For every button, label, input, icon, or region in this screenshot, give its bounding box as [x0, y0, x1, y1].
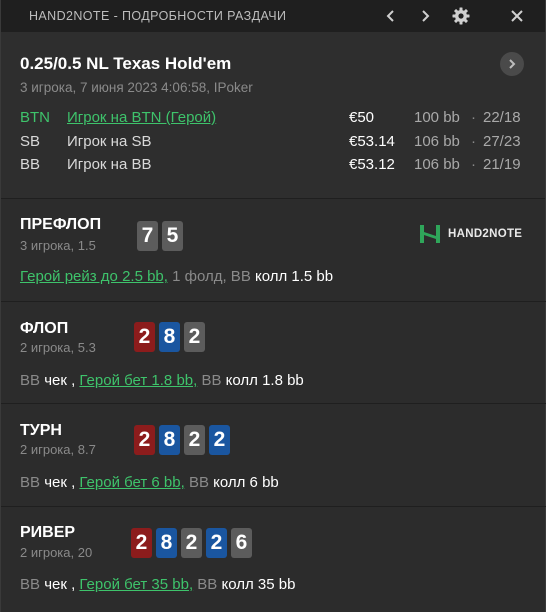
card: 2: [184, 425, 205, 455]
board-cards: 2 8 2: [134, 322, 205, 352]
card: 2: [184, 322, 205, 352]
street-subtitle: 2 игрока, 5.3: [20, 340, 96, 355]
street-actions: BB чек , Герой бет 35 bb, BB колл 35 bb: [20, 576, 295, 593]
hole-cards: 7 5: [137, 221, 183, 251]
player-label: BB: [193, 576, 222, 593]
hand-details-window: HAND2NOTE - ПОДРОБНОСТИ РАЗДАЧИ 0.25/0.5…: [0, 0, 546, 612]
action-text: колл 35 bb: [221, 576, 296, 593]
player-stack-bb: 106 bb: [414, 133, 460, 150]
next-hand-button[interactable]: [500, 52, 524, 76]
card: 8: [159, 322, 180, 352]
card: 8: [156, 528, 177, 558]
next-hand-icon: [509, 59, 516, 69]
street-subtitle: 3 игрока, 1.5: [20, 238, 96, 253]
street-name: ПРЕФЛОП: [20, 216, 102, 233]
action-text: 1 фолд, BB: [167, 268, 255, 285]
hand2note-logo: HAND2NOTE: [419, 223, 522, 245]
street-turn: ТУРН 2 игрока, 8.7 2 8 2 2 BB чек , Геро…: [1, 404, 546, 507]
player-stats: 27/23: [483, 133, 521, 150]
hero-action[interactable]: Герой рейз до 2.5 bb,: [20, 268, 168, 285]
card: 2: [131, 528, 152, 558]
game-title: 0.25/0.5 NL Texas Hold'em: [20, 54, 232, 73]
card: 2: [181, 528, 202, 558]
player-label: BB: [20, 474, 45, 491]
player-stack: €50: [349, 109, 375, 126]
player-label: BB: [184, 474, 214, 491]
street-actions: Герой рейз до 2.5 bb, 1 фолд, BB колл 1.…: [20, 268, 333, 285]
player-row-bb[interactable]: BB Игрок на BB €53.12 106 bb · 21/19: [20, 156, 530, 176]
logo-text: HAND2NOTE: [448, 228, 523, 240]
board-cards: 2 8 2 2 6: [131, 528, 252, 558]
card: 2: [206, 528, 227, 558]
player-stack-bb: 106 bb: [414, 156, 460, 173]
player-label: BB: [20, 372, 45, 389]
player-name[interactable]: Игрок на SB: [67, 133, 151, 150]
player-stack-bb: 100 bb: [414, 109, 460, 126]
action-text: чек ,: [44, 372, 76, 389]
player-row-btn[interactable]: BTN Игрок на BTN (Герой) €50 100 bb · 22…: [20, 109, 530, 129]
player-name[interactable]: Игрок на BB: [67, 156, 151, 173]
gear-icon[interactable]: [451, 6, 471, 26]
player-stats: 21/19: [483, 156, 521, 173]
player-position: BTN: [20, 109, 50, 126]
window-title: HAND2NOTE - ПОДРОБНОСТИ РАЗДАЧИ: [29, 9, 287, 23]
player-label: BB: [20, 576, 45, 593]
stat-separator: ·: [471, 133, 476, 150]
player-row-sb[interactable]: SB Игрок на SB €53.14 106 bb · 27/23: [20, 133, 530, 153]
card: 2: [209, 425, 230, 455]
street-name: ТУРН: [20, 422, 62, 439]
action-text: колл 1.5 bb: [255, 268, 334, 285]
close-icon[interactable]: [507, 6, 527, 26]
street-name: ФЛОП: [20, 320, 69, 337]
player-label: BB: [197, 372, 226, 389]
street-name: РИВЕР: [20, 524, 76, 541]
action-text: колл 6 bb: [213, 474, 279, 491]
chevron-right-icon[interactable]: [415, 6, 435, 26]
card: 2: [134, 322, 155, 352]
stat-separator: ·: [471, 109, 476, 126]
player-position: SB: [20, 133, 41, 150]
street-subtitle: 2 игрока, 20: [20, 545, 93, 560]
street-flop: ФЛОП 2 игрока, 5.3 2 8 2 BB чек , Герой …: [1, 302, 546, 404]
action-text: чек ,: [44, 474, 76, 491]
street-actions: BB чек , Герой бет 1.8 bb, BB колл 1.8 b…: [20, 372, 304, 389]
hero-action[interactable]: Герой бет 1.8 bb,: [79, 372, 197, 389]
action-text: чек ,: [44, 576, 76, 593]
action-text: колл 1.8 bb: [225, 372, 304, 389]
card: 6: [231, 528, 252, 558]
hero-action[interactable]: Герой бет 6 bb,: [79, 474, 184, 491]
hand2note-logo-icon: [420, 225, 440, 243]
street-subtitle: 2 игрока, 8.7: [20, 442, 96, 457]
player-position: BB: [20, 156, 41, 173]
card: 5: [162, 221, 183, 251]
player-stack: €53.14: [349, 133, 395, 150]
street-preflop: ПРЕФЛОП 3 игрока, 1.5 7 5 Герой рейз до …: [1, 198, 546, 302]
street-actions: BB чек , Герой бет 6 bb, BB колл 6 bb: [20, 474, 279, 491]
player-stack: €53.12: [349, 156, 395, 173]
chevron-left-icon[interactable]: [381, 6, 401, 26]
card: 8: [159, 425, 180, 455]
title-bar: HAND2NOTE - ПОДРОБНОСТИ РАЗДАЧИ: [1, 0, 545, 32]
hand-header: 0.25/0.5 NL Texas Hold'em 3 игрока, 7 ию…: [1, 32, 545, 199]
player-name[interactable]: Игрок на BTN (Герой): [67, 109, 216, 126]
player-stats: 22/18: [483, 109, 521, 126]
street-river: РИВЕР 2 игрока, 20 2 8 2 2 6 BB чек , Ге…: [1, 507, 546, 612]
board-cards: 2 8 2 2: [134, 425, 230, 455]
hero-action[interactable]: Герой бет 35 bb,: [79, 576, 193, 593]
card: 7: [137, 221, 158, 251]
stat-separator: ·: [471, 156, 476, 173]
card: 2: [134, 425, 155, 455]
game-subtitle: 3 игрока, 7 июня 2023 4:06:58, IPoker: [20, 80, 253, 95]
